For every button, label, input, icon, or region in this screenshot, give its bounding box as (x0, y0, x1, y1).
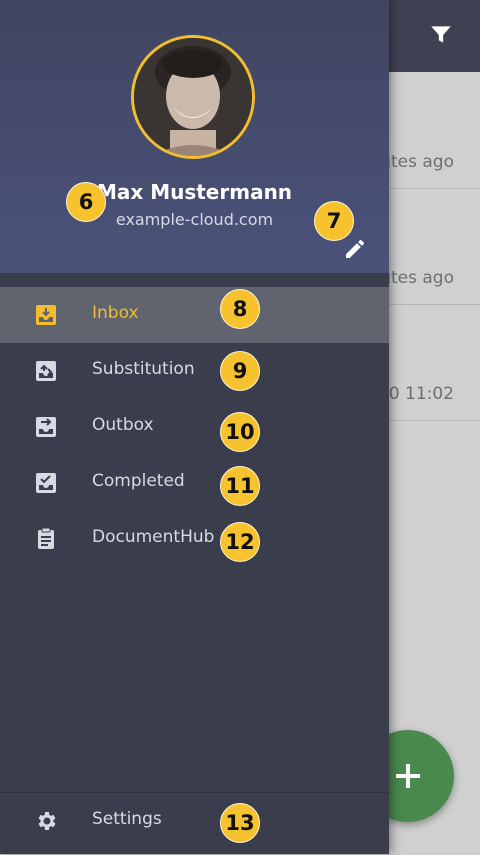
annotation-badge: 13 (220, 803, 260, 843)
menu-item-label: Outbox (92, 415, 154, 435)
plus-icon (396, 764, 420, 788)
drawer-footer: Settings (0, 792, 389, 855)
substitution-icon (36, 361, 56, 381)
annotation-badge: 10 (220, 412, 260, 452)
outbox-icon (36, 417, 56, 437)
list-item-time: utes ago (380, 268, 454, 288)
menu-item-label: Substitution (92, 359, 195, 379)
clipboard-icon (38, 527, 54, 549)
menu-item-outbox[interactable]: Outbox (0, 399, 389, 455)
list-item-time: 20 11:02 (377, 384, 454, 404)
inbox-icon (36, 305, 56, 325)
navigation-drawer: Max Mustermann example-cloud.com Inbox S… (0, 0, 389, 854)
annotation-badge: 7 (314, 201, 354, 241)
avatar[interactable] (131, 35, 255, 159)
annotation-badge: 11 (220, 466, 260, 506)
completed-icon (36, 473, 56, 493)
menu-item-inbox[interactable]: Inbox (0, 287, 389, 343)
avatar-portrait-icon (134, 38, 252, 156)
annotation-badge: 8 (220, 289, 260, 329)
annotation-badge: 9 (220, 351, 260, 391)
menu-item-label: Completed (92, 471, 185, 491)
menu-item-label: DocumentHub (92, 527, 215, 547)
menu-item-documenthub[interactable]: DocumentHub (0, 511, 389, 567)
menu-item-label: Settings (92, 809, 162, 829)
filter-icon[interactable] (428, 22, 454, 48)
menu-item-settings[interactable]: Settings (0, 793, 389, 849)
annotation-badge: 6 (66, 182, 106, 222)
menu-item-substitution[interactable]: Substitution (0, 343, 389, 399)
pencil-icon[interactable] (343, 237, 367, 261)
gear-icon (38, 812, 56, 830)
menu-item-completed[interactable]: Completed (0, 455, 389, 511)
list-item-time: utes ago (380, 152, 454, 172)
annotation-badge: 12 (220, 522, 260, 562)
menu-item-label: Inbox (92, 303, 139, 323)
